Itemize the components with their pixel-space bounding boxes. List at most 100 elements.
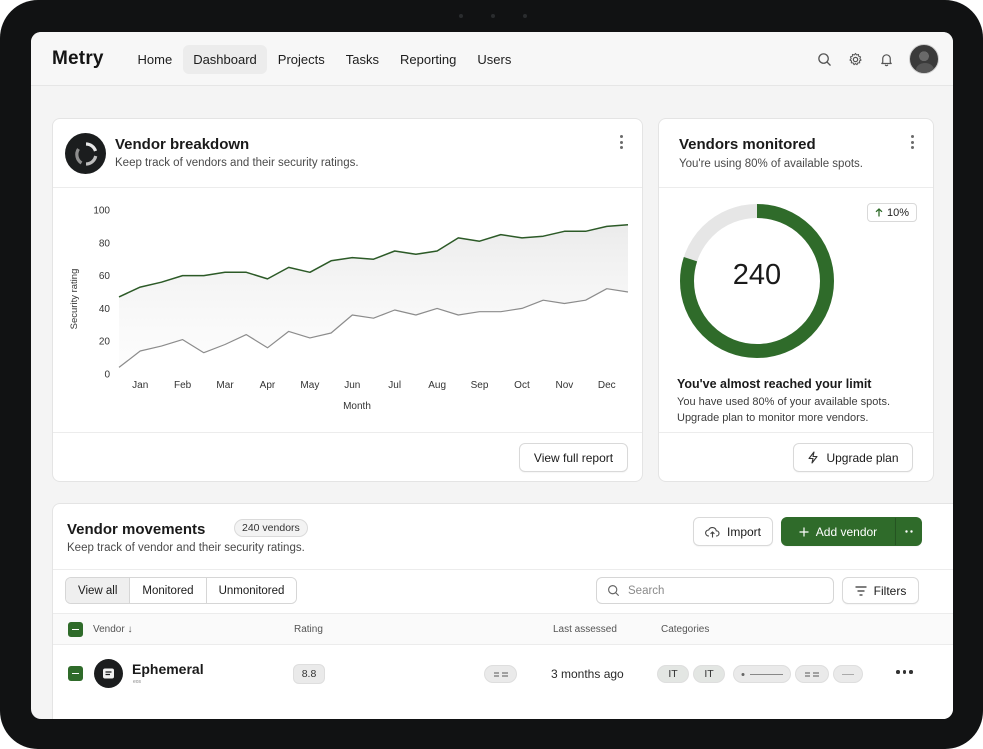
security-rating-chart: 0 20 40 60 80 100 Jan Feb Mar Apr May Jun Jul Aug Sep… — [69, 206, 629, 412]
vendor-movements-subtitle: Keep track of vendor and their security … — [67, 542, 305, 554]
sensor — [523, 14, 527, 18]
search-icon[interactable] — [815, 50, 833, 68]
row-more-icon[interactable] — [896, 670, 913, 674]
app-logo[interactable]: Metry — [52, 48, 104, 70]
search-field[interactable] — [596, 577, 834, 604]
upgrade-plan-button[interactable]: Upgrade plan — [793, 443, 913, 472]
nav-projects[interactable]: Projects — [267, 45, 335, 74]
filters-button[interactable]: Filters — [842, 577, 919, 604]
chart-x-axis-label: Month — [343, 401, 371, 412]
bell-icon[interactable] — [877, 50, 895, 68]
chart-x-tick-label: Nov — [555, 380, 573, 391]
vendor-breakdown-card: Vendor breakdown Keep track of vendors a… — [52, 118, 643, 482]
divider — [659, 432, 933, 433]
chart-band — [119, 224, 628, 368]
chart-x-tick-label: Dec — [598, 380, 616, 391]
top-navigation: Metry Home Dashboard Projects Tasks Repo… — [31, 32, 953, 86]
import-label: Import — [726, 524, 761, 539]
view-full-report-label: View full report — [533, 450, 614, 465]
kebab-menu-icon[interactable] — [616, 135, 626, 149]
main-nav: Home Dashboard Projects Tasks Reporting … — [127, 41, 522, 77]
column-last-assessed[interactable]: Last assessed — [553, 624, 617, 635]
vendor-movements-card: Vendor movements 240 vendors Keep track … — [52, 503, 953, 719]
limit-text-1: You have used 80% of your available spot… — [677, 396, 891, 408]
search-input[interactable] — [628, 584, 818, 597]
vendors-monitored-subtitle: You're using 80% of available spots. — [679, 158, 863, 170]
sort-arrow-icon: ↓ — [127, 624, 133, 635]
filters-label: Filters — [873, 583, 907, 598]
chart-y-tick-label: 20 — [99, 337, 111, 348]
import-button[interactable]: Import — [693, 517, 773, 546]
nav-home[interactable]: Home — [127, 45, 183, 74]
screen: Metry Home Dashboard Projects Tasks Repo… — [31, 32, 953, 719]
vendor-name[interactable]: Ephemeral — [132, 661, 204, 677]
divider — [53, 569, 953, 570]
chart-y-tick-label: 80 — [99, 238, 111, 249]
category-tag: IT — [657, 665, 689, 683]
chart-x-tick-label: Aug — [428, 380, 446, 391]
sensor — [459, 14, 463, 18]
category-tag-placeholder — [733, 665, 791, 683]
chart-y-tick-label: 40 — [99, 304, 111, 315]
last-assessed-value: 3 months ago — [551, 667, 624, 681]
chart-y-tick-label: 100 — [93, 206, 110, 217]
filter-lines-icon — [855, 585, 867, 596]
status-chip — [484, 665, 517, 683]
select-all-checkbox[interactable] — [68, 622, 83, 637]
lightning-icon — [808, 451, 819, 464]
chart-x-tick-label: Mar — [216, 380, 234, 391]
upgrade-plan-label: Upgrade plan — [826, 450, 899, 465]
search-icon — [608, 585, 619, 596]
cloud-upload-icon — [705, 526, 720, 537]
nav-users[interactable]: Users — [467, 45, 522, 74]
chart-x-tick-label: Feb — [174, 380, 192, 391]
vendor-filter-tabs: View all Monitored Unmonitored — [65, 577, 298, 604]
vendor-breakdown-title: Vendor breakdown — [115, 136, 250, 153]
category-tag-placeholder — [795, 665, 829, 683]
add-vendor-label: Add vendor — [815, 524, 878, 539]
plus-icon — [799, 527, 809, 536]
category-tag: IT — [693, 665, 725, 683]
chart-y-tick-label: 60 — [99, 271, 111, 282]
tab-view-all[interactable]: View all — [66, 578, 131, 603]
chart-x-tick-label: Jul — [388, 380, 401, 391]
vendor-breakdown-logo — [65, 133, 106, 174]
add-vendor-dropdown[interactable] — [895, 517, 922, 546]
nav-dashboard[interactable]: Dashboard — [182, 44, 268, 74]
divider — [659, 187, 933, 188]
nav-tasks[interactable]: Tasks — [335, 45, 389, 74]
column-vendor-label: Vendor — [93, 624, 125, 635]
column-rating[interactable]: Rating — [294, 624, 323, 635]
category-tag-placeholder — [833, 665, 863, 683]
add-vendor-button[interactable]: Add vendor — [781, 517, 895, 546]
kebab-menu-icon[interactable] — [907, 135, 917, 149]
chart-x-tick-label: Sep — [471, 380, 489, 391]
column-categories[interactable]: Categories — [661, 624, 709, 635]
tab-monitored[interactable]: Monitored — [130, 578, 207, 603]
divider — [53, 432, 642, 433]
camera — [491, 14, 495, 18]
limit-title: You've almost reached your limit — [677, 377, 872, 391]
vendor-breakdown-subtitle: Keep track of vendors and their security… — [115, 157, 359, 169]
vendors-monitored-count: 240 — [732, 259, 782, 291]
row-checkbox[interactable] — [68, 666, 83, 681]
column-vendor[interactable]: Vendor ↓ — [93, 624, 132, 635]
limit-text-2: Upgrade plan to monitor more vendors. — [677, 412, 869, 424]
chart-y-axis-label: Security rating — [69, 269, 80, 330]
vendor-count-badge: 240 vendors — [234, 519, 308, 537]
vendors-monitored-title: Vendors monitored — [679, 136, 816, 153]
change-value: 10% — [887, 206, 910, 219]
avatar[interactable] — [909, 44, 939, 74]
change-badge: 10% — [867, 203, 918, 222]
arrow-up-icon — [875, 208, 883, 217]
tab-unmonitored[interactable]: Unmonitored — [206, 578, 297, 603]
nav-reporting[interactable]: Reporting — [390, 45, 467, 74]
chart-x-tick-label: Jun — [344, 380, 360, 391]
view-full-report-button[interactable]: View full report — [519, 443, 628, 472]
vendor-url: eos — [133, 679, 142, 685]
chart-x-tick-label: Jan — [132, 380, 148, 391]
tablet-frame: Metry Home Dashboard Projects Tasks Repo… — [0, 0, 983, 749]
vendors-monitored-card: Vendors monitored You're using 80% of av… — [658, 118, 934, 482]
vendor-logo — [94, 659, 123, 688]
gear-icon[interactable] — [846, 50, 864, 68]
